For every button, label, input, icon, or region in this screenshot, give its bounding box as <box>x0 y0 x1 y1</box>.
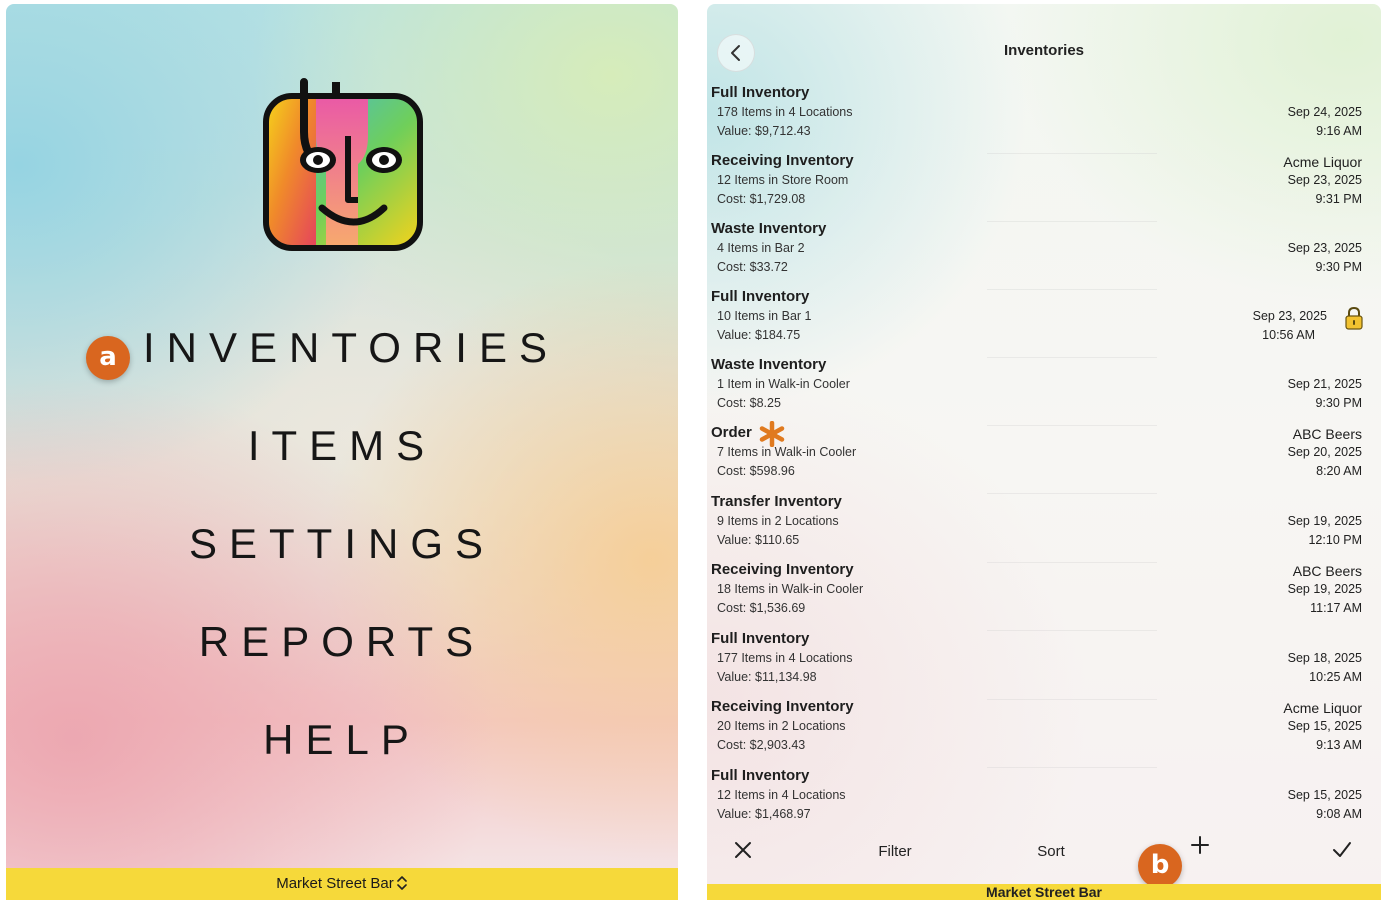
inventory-date: Sep 19, 2025 <box>1287 582 1362 596</box>
inventory-vendor: ABC Beers <box>1292 426 1362 442</box>
inventory-summary: 1 Item in Walk-in Cooler <box>717 377 850 391</box>
inventory-amount: Value: $11,134.98 <box>717 670 817 684</box>
close-button[interactable] <box>727 834 759 870</box>
inventory-title: Receiving Inventory <box>711 698 854 715</box>
inventory-summary: 4 Items in Bar 2 <box>717 241 805 255</box>
inventory-date: Sep 23, 2025 <box>1287 241 1362 255</box>
inventory-row[interactable]: Full Inventory 177 Items in 4 Locations … <box>707 630 1381 700</box>
inventory-amount: Value: $1,468.97 <box>717 807 811 821</box>
menu-item-help[interactable]: HELP <box>6 716 678 764</box>
inventory-time: 10:56 AM <box>1262 328 1315 342</box>
inventory-amount: Value: $184.75 <box>717 328 801 342</box>
inventory-date: Sep 24, 2025 <box>1287 105 1362 119</box>
inventory-title: Waste Inventory <box>711 220 827 237</box>
inventory-time: 9:31 PM <box>1315 192 1362 206</box>
inventory-title: Full Inventory <box>711 84 810 101</box>
inventory-amount: Value: $9,712.43 <box>717 124 811 138</box>
menu-item-inventories[interactable]: INVENTORIES <box>6 324 678 372</box>
menu-item-items[interactable]: ITEMS <box>6 422 678 470</box>
inventory-date: Sep 20, 2025 <box>1287 445 1362 459</box>
inventory-title: Receiving Inventory <box>711 152 854 169</box>
inventory-vendor: Acme Liquor <box>1283 700 1362 716</box>
inventory-amount: Cost: $33.72 <box>717 260 788 274</box>
sort-button[interactable]: Sort <box>1021 834 1081 870</box>
inventory-row[interactable]: Waste Inventory 1 Item in Walk-in Cooler… <box>707 356 1381 426</box>
plus-icon <box>1191 836 1209 854</box>
asterisk-icon <box>759 421 785 447</box>
inventory-row[interactable]: Receiving Inventory 20 Items in 2 Locati… <box>707 698 1381 768</box>
inventory-summary: 9 Items in 2 Locations <box>717 514 839 528</box>
inventory-time: 12:10 PM <box>1308 533 1362 547</box>
inventory-summary: 20 Items in 2 Locations <box>717 719 846 733</box>
inventory-summary: 178 Items in 4 Locations <box>717 105 853 119</box>
inventory-summary: 177 Items in 4 Locations <box>717 651 853 665</box>
location-footer[interactable]: Market Street Bar <box>6 868 678 900</box>
inventory-date: Sep 23, 2025 <box>1252 309 1327 323</box>
bottom-toolbar: Filter Sort b <box>707 834 1381 888</box>
lock-icon <box>1345 306 1363 330</box>
inventory-amount: Cost: $1,536.69 <box>717 601 806 615</box>
inventory-title: Full Inventory <box>711 630 810 647</box>
inventory-title: Order <box>711 424 752 441</box>
inventory-time: 9:08 AM <box>1316 807 1362 821</box>
inventory-amount: Cost: $2,903.43 <box>717 738 806 752</box>
inventory-time: 9:30 PM <box>1315 260 1362 274</box>
done-button[interactable] <box>1325 834 1359 870</box>
filter-button[interactable]: Filter <box>865 834 925 870</box>
close-icon <box>735 842 751 858</box>
inventory-row[interactable]: Full Inventory 12 Items in 4 Locations V… <box>707 767 1381 835</box>
main-menu-panel: a INVENTORIES ITEMS SETTINGS REPORTS HEL… <box>6 4 678 900</box>
inventory-time: 9:13 AM <box>1316 738 1362 752</box>
inventory-time: 9:16 AM <box>1316 124 1362 138</box>
inventory-row[interactable]: Receiving Inventory 18 Items in Walk-in … <box>707 561 1381 631</box>
inventory-row[interactable]: Receiving Inventory 12 Items in Store Ro… <box>707 152 1381 222</box>
annotation-badge-b: b <box>1138 844 1182 888</box>
inventory-row[interactable]: Waste Inventory 4 Items in Bar 2 Cost: $… <box>707 220 1381 290</box>
inventory-amount: Value: $110.65 <box>717 533 800 547</box>
inventory-row[interactable]: Transfer Inventory 9 Items in 2 Location… <box>707 493 1381 563</box>
inventory-summary: 10 Items in Bar 1 <box>717 309 812 323</box>
inventory-date: Sep 19, 2025 <box>1287 514 1362 528</box>
inventory-title: Receiving Inventory <box>711 561 854 578</box>
page-title: Inventories <box>1003 42 1085 59</box>
location-footer[interactable]: Market Street Bar <box>707 884 1381 900</box>
menu-item-settings[interactable]: SETTINGS <box>6 520 678 568</box>
menu-item-reports[interactable]: REPORTS <box>6 618 678 666</box>
checkmark-icon <box>1333 842 1351 857</box>
inventory-title: Full Inventory <box>711 288 810 305</box>
inventory-time: 10:25 AM <box>1309 670 1362 684</box>
inventory-vendor: ABC Beers <box>1292 563 1362 579</box>
inventory-row[interactable]: Full Inventory 178 Items in 4 Locations … <box>707 84 1381 154</box>
inventories-panel: Inventories Full Inventory 178 Items in … <box>707 4 1381 900</box>
inventory-summary: 18 Items in Walk-in Cooler <box>717 582 864 596</box>
inventory-amount: Cost: $1,729.08 <box>717 192 806 206</box>
inventory-date: Sep 23, 2025 <box>1287 173 1362 187</box>
inventory-row[interactable]: Order 7 Items in Walk-in Cooler Cost: $5… <box>707 421 1381 494</box>
add-button[interactable] <box>1183 830 1217 866</box>
app-logo-icon <box>263 78 423 251</box>
inventory-time: 11:17 AM <box>1310 601 1362 615</box>
inventory-title: Waste Inventory <box>711 356 827 373</box>
inventory-time: 8:20 AM <box>1316 464 1362 478</box>
inventory-title: Transfer Inventory <box>711 493 842 510</box>
inventory-summary: 12 Items in Store Room <box>717 173 849 187</box>
inventory-summary: 12 Items in 4 Locations <box>717 788 846 802</box>
inventory-vendor: Acme Liquor <box>1283 154 1362 170</box>
inventory-title: Full Inventory <box>711 767 810 784</box>
inventory-date: Sep 18, 2025 <box>1287 651 1362 665</box>
inventory-amount: Cost: $598.96 <box>717 464 795 478</box>
location-name: Market Street Bar <box>276 875 394 892</box>
inventory-date: Sep 15, 2025 <box>1287 719 1362 733</box>
inventory-date: Sep 21, 2025 <box>1287 377 1362 391</box>
inventory-amount: Cost: $8.25 <box>717 396 781 410</box>
chevron-up-down-icon[interactable] <box>396 875 408 891</box>
inventory-row[interactable]: Full Inventory 10 Items in Bar 1 Value: … <box>707 288 1381 358</box>
inventory-time: 9:30 PM <box>1315 396 1362 410</box>
inventory-summary: 7 Items in Walk-in Cooler <box>717 445 857 459</box>
inventory-date: Sep 15, 2025 <box>1287 788 1362 802</box>
